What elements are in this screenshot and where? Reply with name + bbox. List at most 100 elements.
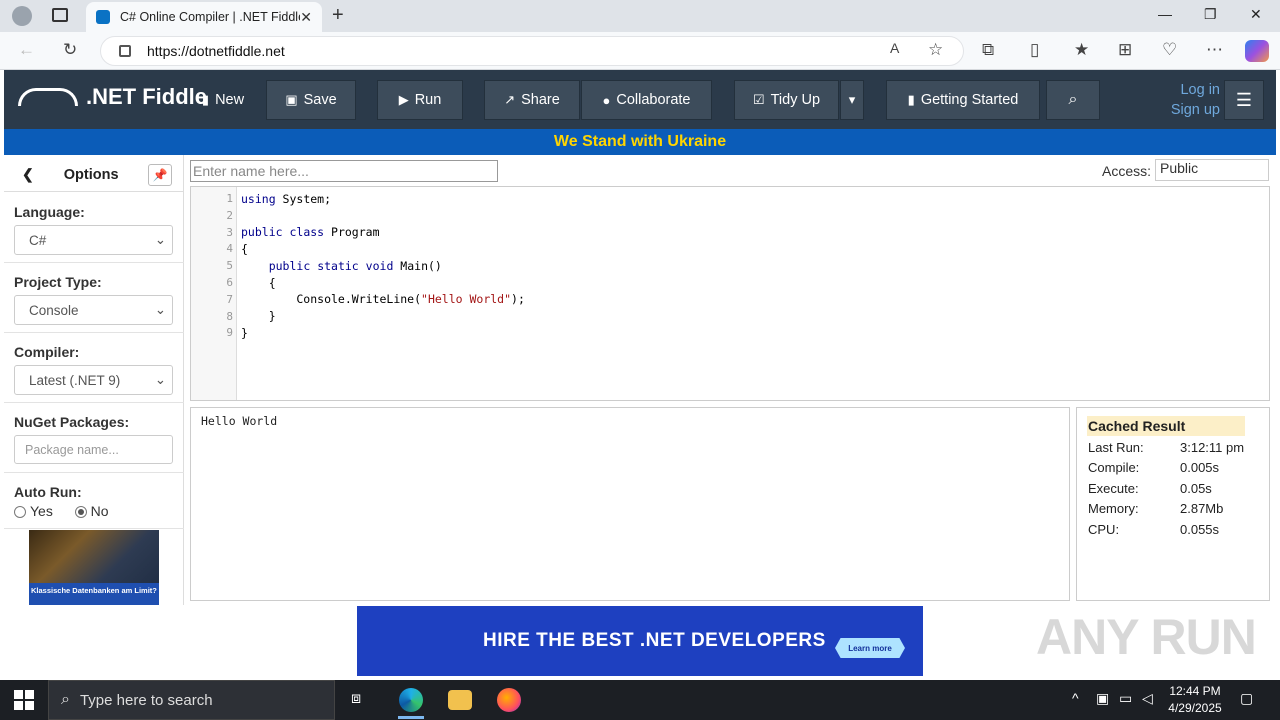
line-number: 4 <box>226 242 233 256</box>
share-button[interactable]: ↗ Share <box>484 80 580 120</box>
divider <box>4 472 184 473</box>
restore-icon[interactable]: ❐ <box>1204 6 1217 23</box>
cached-result-header: Cached Result <box>1087 416 1245 436</box>
divider <box>4 332 184 333</box>
task-view-icon[interactable]: ⧈ <box>351 690 361 708</box>
sidebar-ad-image[interactable]: Klassische Datenbanken am Limit? <box>29 530 159 605</box>
taskbar-clock[interactable]: 12:44 PM 4/29/2025 <box>1160 683 1230 717</box>
tab-actions-icon[interactable] <box>52 8 68 22</box>
share-icon: ↗ <box>504 92 516 107</box>
taskbar-search[interactable]: ⌕ Type here to search <box>48 680 335 720</box>
access-select[interactable]: Public <box>1155 159 1269 181</box>
play-icon: ▶ <box>398 92 409 107</box>
getting-started-button-label: Getting Started <box>920 92 1019 108</box>
minimize-icon[interactable]: — <box>1158 6 1172 22</box>
stat-value: 0.055s <box>1180 522 1220 537</box>
line-number: 5 <box>226 259 233 273</box>
share-button-label: Share <box>521 92 560 108</box>
code-line: using System; <box>241 192 332 206</box>
sidebar-ad-caption: Klassische Datenbanken am Limit? <box>29 583 159 605</box>
sidebar-title: Options <box>63 166 119 183</box>
language-label: Language: <box>14 204 85 220</box>
line-number: 1 <box>226 192 233 205</box>
chevron-down-icon: ⌄ <box>154 232 166 247</box>
copilot-icon[interactable] <box>1245 40 1269 62</box>
collaborate-button[interactable]: ● Collaborate <box>581 80 712 120</box>
run-button-label: Run <box>414 92 442 108</box>
favorite-star-icon[interactable]: ☆ <box>928 40 943 60</box>
tray-device-icon[interactable]: ▣ <box>1096 690 1109 707</box>
window-close-icon[interactable]: ✕ <box>1250 6 1262 23</box>
autorun-no-radio[interactable] <box>74 506 87 519</box>
project-type-value: Console <box>29 302 79 318</box>
learn-more-button[interactable]: Learn more <box>835 638 905 658</box>
close-tab-icon[interactable]: ✕ <box>300 9 312 26</box>
network-icon[interactable]: ▭ <box>1119 690 1132 707</box>
file-explorer-icon[interactable] <box>448 690 472 710</box>
save-button[interactable]: ▣ Save <box>266 80 356 120</box>
anyrun-watermark: ANY RUN <box>1036 609 1257 665</box>
extensions-icon[interactable]: ⧉ <box>982 40 994 60</box>
collapse-sidebar-icon[interactable]: ❮ <box>22 166 34 183</box>
firefox-icon[interactable] <box>497 688 521 712</box>
edge-taskbar-icon[interactable] <box>399 688 423 712</box>
banner-text: HIRE THE BEST .NET DEVELOPERS <box>483 630 826 651</box>
fiddle-name-input[interactable]: Enter name here... <box>190 160 498 182</box>
user-icon: ● <box>602 92 611 108</box>
hamburger-menu-button[interactable]: ☰ <box>1224 80 1264 120</box>
code-line: } <box>241 309 276 323</box>
clock-time: 12:44 PM <box>1169 684 1221 698</box>
tray-chevron-icon[interactable]: ^ <box>1072 690 1079 706</box>
hire-developers-banner[interactable]: HIRE THE BEST .NET DEVELOPERS Learn more <box>357 606 923 676</box>
volume-icon[interactable]: ◁ <box>1142 690 1153 707</box>
read-aloud-icon[interactable]: A <box>890 40 899 56</box>
active-app-indicator <box>398 716 424 719</box>
signup-link[interactable]: Sign up <box>1130 100 1220 120</box>
collections-icon[interactable]: ⊞ <box>1118 40 1132 60</box>
stat-label: Compile: <box>1088 460 1140 475</box>
back-icon[interactable]: ← <box>18 40 35 60</box>
split-screen-icon[interactable]: ▯ <box>1030 40 1039 60</box>
compiler-select[interactable]: Latest (.NET 9) ⌄ <box>14 365 173 395</box>
checkbox-icon: ☑ <box>752 92 765 107</box>
save-icon: ▣ <box>285 92 298 107</box>
autorun-yes-radio[interactable] <box>14 506 26 519</box>
pin-icon[interactable]: 📌 <box>148 164 172 186</box>
collaborate-button-label: Collaborate <box>616 92 691 108</box>
sidebar-header: ❮ Options 📌 <box>4 158 184 192</box>
refresh-icon[interactable]: ↻ <box>63 40 77 60</box>
language-select[interactable]: C# ⌄ <box>14 225 173 255</box>
tidy-up-button-label: Tidy Up <box>770 92 821 108</box>
tab-title: C# Online Compiler | .NET Fiddle <box>120 10 301 24</box>
taskbar-search-placeholder: Type here to search <box>79 691 213 709</box>
more-menu-icon[interactable]: ⋯ <box>1206 40 1223 60</box>
tidy-up-button[interactable]: ☑ Tidy Up <box>734 80 839 120</box>
new-button[interactable]: ▮ New <box>181 80 265 120</box>
project-type-select[interactable]: Console ⌄ <box>14 295 173 325</box>
line-number: 6 <box>226 276 233 289</box>
code-line: Console.WriteLine("Hello World"); <box>241 292 525 306</box>
getting-started-button[interactable]: ▮ Getting Started <box>886 80 1040 120</box>
tidy-up-dropdown-button[interactable]: ▾ <box>840 80 864 120</box>
profile-icon[interactable] <box>12 6 32 26</box>
line-number: 2 <box>226 208 233 222</box>
autorun-no-label: No <box>90 503 109 519</box>
ukraine-banner[interactable]: We Stand with Ukraine <box>4 129 1276 155</box>
login-link[interactable]: Log in <box>1130 80 1220 100</box>
nuget-package-input[interactable]: Package name... <box>14 435 173 464</box>
new-tab-icon[interactable]: + <box>332 4 344 27</box>
dotnetfiddle-logo[interactable]: .NET Fiddle <box>18 84 207 110</box>
autorun-yes-label: Yes <box>30 503 53 519</box>
chevron-down-icon: ⌄ <box>154 302 166 317</box>
address-bar[interactable]: https://dotnetfiddle.net <box>100 36 964 66</box>
windows-start-icon[interactable] <box>14 690 34 710</box>
browser-tab[interactable]: C# Online Compiler | .NET Fiddle ✕ <box>86 2 322 32</box>
output-panel[interactable] <box>190 407 1070 601</box>
notifications-icon[interactable]: ▢ <box>1240 690 1253 707</box>
browser-essentials-icon[interactable]: ♡ <box>1162 40 1177 60</box>
favorites-icon[interactable]: ★ <box>1074 40 1089 60</box>
line-number: 3 <box>226 225 233 239</box>
new-file-icon: ▮ <box>201 92 210 107</box>
search-button[interactable]: ⌕ <box>1046 80 1100 120</box>
run-button[interactable]: ▶ Run <box>377 80 463 120</box>
